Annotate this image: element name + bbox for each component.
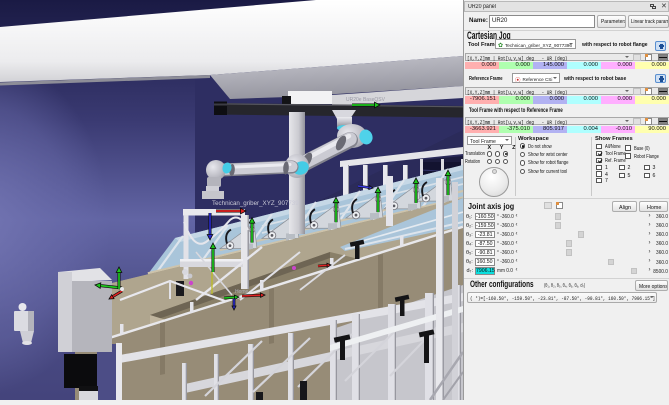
svg-text:Technican_griber_XYZ_907739: Technican_griber_XYZ_907739 — [212, 200, 299, 207]
svg-text:Home: Home — [235, 289, 249, 295]
svg-text:UR20e BaseQSV: UR20e BaseQSV — [346, 97, 386, 103]
